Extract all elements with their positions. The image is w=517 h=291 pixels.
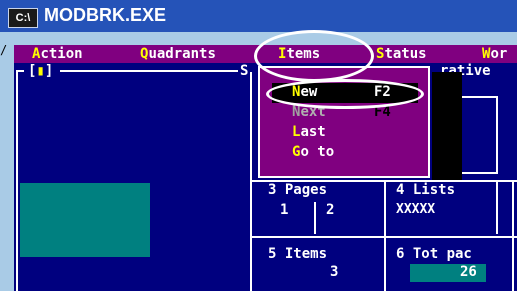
lists-label: 4 Lists	[396, 182, 456, 198]
on-box-right	[496, 96, 498, 174]
menu-action[interactable]: Action	[32, 46, 83, 62]
console-icon[interactable]: C:\	[8, 8, 38, 28]
panel-letter-s: S	[240, 63, 249, 79]
teal-quadrant[interactable]	[20, 183, 150, 257]
dropdown-shadow	[432, 72, 462, 180]
pages-value-1: 1	[280, 202, 289, 218]
stats-grid-vertical	[384, 180, 386, 291]
items-value: 3	[330, 264, 339, 280]
items-menu-highlight-ring	[254, 30, 374, 82]
totpac-label: 6 Tot pac	[396, 246, 472, 262]
menu-quadrants[interactable]: Quadrants	[140, 46, 216, 62]
window-title: MODBRK.EXE	[44, 5, 167, 25]
frame-edge-mark: /	[0, 43, 8, 57]
title-bar: C:\ MODBRK.EXE	[0, 0, 517, 32]
grid-right-edge	[512, 180, 514, 291]
new-item-highlight-ring	[266, 79, 424, 109]
menu-status[interactable]: Status	[376, 46, 427, 62]
pages-divider	[314, 202, 316, 234]
panel-bracket[interactable]: [▮]	[28, 63, 53, 79]
items-label: 5 Items	[268, 246, 328, 262]
panel-border-top	[60, 70, 238, 72]
menu-item-goto[interactable]: Go to	[292, 144, 334, 160]
lists-divider	[496, 180, 498, 234]
totpac-value: 26	[460, 264, 477, 280]
pages-label: 3 Pages	[268, 182, 328, 198]
pages-value-2: 2	[326, 202, 335, 218]
panel-border-left	[16, 70, 18, 291]
menu-item-last[interactable]: Last	[292, 124, 326, 140]
menu-window[interactable]: Wor	[482, 46, 507, 62]
lists-value: XXXXX	[396, 202, 436, 217]
